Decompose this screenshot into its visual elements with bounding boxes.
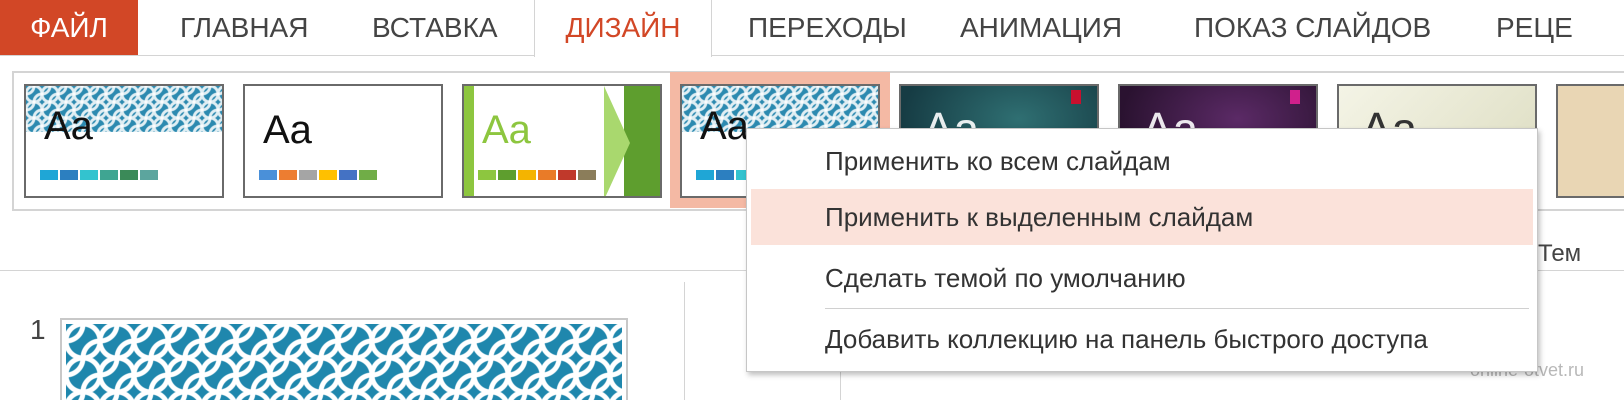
theme-thumbnail-3[interactable]: Aa (462, 84, 662, 198)
theme-accent-mark (1290, 90, 1300, 104)
theme-color-swatches (40, 170, 160, 180)
slides-panel-divider (684, 282, 685, 400)
color-swatch (498, 170, 516, 180)
theme-color-swatches (478, 170, 598, 180)
color-swatch (40, 170, 58, 180)
color-swatch (259, 170, 277, 180)
color-swatch (558, 170, 576, 180)
tab-file[interactable]: ФАЙЛ (0, 0, 138, 56)
menu-item-apply-selected-slides[interactable]: Применить к выделенным слайдам (751, 189, 1533, 245)
theme-preview-text: Aa (482, 108, 531, 152)
color-swatch (518, 170, 536, 180)
color-swatch (80, 170, 98, 180)
tab-transitions[interactable]: ПЕРЕХОДЫ (748, 0, 907, 56)
theme-color-swatches (259, 170, 379, 180)
theme-context-menu: Применить ко всем слайдам Применить к вы… (746, 128, 1538, 372)
theme-preview-text: Aa (263, 108, 312, 152)
ribbon-tab-bar: ФАЙЛ ГЛАВНАЯ ВСТАВКА ДИЗАЙН ПЕРЕХОДЫ АНИ… (0, 0, 1624, 57)
tab-divider (0, 55, 1624, 56)
theme-thumbnail-2[interactable]: Aa (243, 84, 443, 198)
menu-item-add-to-quick-access[interactable]: Добавить коллекцию на панель быстрого до… (751, 311, 1533, 367)
color-swatch (120, 170, 138, 180)
color-swatch (696, 170, 714, 180)
color-swatch (578, 170, 596, 180)
tab-design[interactable]: ДИЗАЙН (534, 0, 712, 57)
theme-thumbnail-1[interactable]: Aa (24, 84, 224, 198)
color-swatch (100, 170, 118, 180)
color-swatch (140, 170, 158, 180)
color-swatch (538, 170, 556, 180)
color-swatch (359, 170, 377, 180)
tab-insert[interactable]: ВСТАВКА (372, 0, 498, 56)
slide-pattern (66, 324, 622, 400)
color-swatch (339, 170, 357, 180)
slide-thumbnail-1[interactable] (60, 318, 628, 400)
color-swatch (299, 170, 317, 180)
theme-facet-decoration (464, 86, 474, 196)
menu-item-apply-all-slides[interactable]: Применить ко всем слайдам (751, 133, 1533, 189)
color-swatch (716, 170, 734, 180)
tab-review[interactable]: РЕЦЕ (1496, 0, 1573, 56)
theme-accent-mark (1071, 90, 1081, 104)
color-swatch (60, 170, 78, 180)
theme-preview-text: Aa (700, 104, 749, 148)
theme-thumbnail-8-partial[interactable] (1556, 84, 1624, 198)
menu-item-set-default-theme[interactable]: Сделать темой по умолчанию (751, 250, 1533, 306)
color-swatch (279, 170, 297, 180)
color-swatch (478, 170, 496, 180)
tab-home[interactable]: ГЛАВНАЯ (180, 0, 308, 56)
themes-group-label: Тем (1538, 240, 1582, 267)
tab-slide-show[interactable]: ПОКАЗ СЛАЙДОВ (1194, 0, 1431, 56)
color-swatch (319, 170, 337, 180)
theme-preview-text: Aa (44, 104, 93, 148)
menu-separator (825, 308, 1529, 309)
theme-facet-decoration (604, 86, 630, 196)
slide-number: 1 (30, 314, 46, 345)
tab-animations[interactable]: АНИМАЦИЯ (960, 0, 1122, 56)
